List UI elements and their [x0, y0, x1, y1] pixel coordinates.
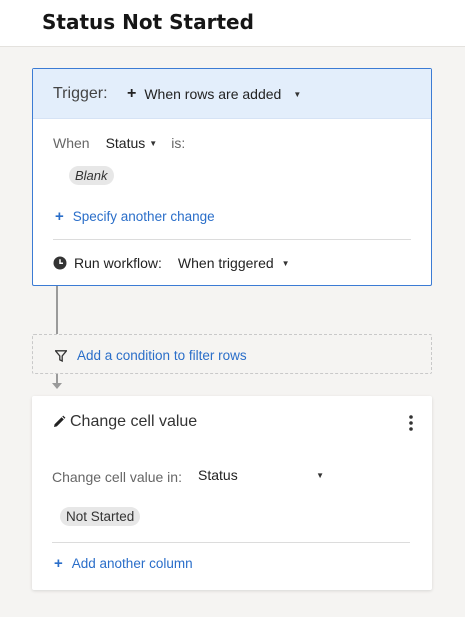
add-condition-link[interactable]: Add a condition to filter rows: [55, 348, 247, 363]
value-chip-not-started[interactable]: Not Started: [60, 507, 141, 526]
filter-icon: [55, 349, 67, 362]
plus-icon: +: [55, 207, 64, 225]
action-title: Change cell value: [70, 413, 198, 430]
trigger-label: Trigger:: [53, 85, 108, 102]
field-dropdown[interactable]: Status ▼: [106, 135, 158, 151]
add-column-label: Add another column: [71, 556, 193, 571]
page-header: Status Not Started: [0, 0, 465, 47]
field-dropdown-label: Status: [105, 135, 146, 151]
value-chip-blank[interactable]: Blank: [69, 166, 114, 185]
change-in-label: Change cell value in:: [52, 469, 182, 485]
caret-down-icon: ▼: [293, 89, 302, 99]
clock-icon: [53, 256, 67, 270]
trigger-event-dropdown[interactable]: + When rows are added ▼: [127, 85, 302, 103]
caret-down-icon: ▼: [149, 138, 158, 148]
run-workflow-value: When triggered: [177, 255, 274, 271]
page-title: Status Not Started: [42, 10, 254, 34]
specify-link-label: Specify another change: [72, 209, 215, 224]
column-dropdown[interactable]: Status ▼: [198, 467, 324, 483]
run-workflow-dropdown[interactable]: When triggered ▼: [178, 255, 290, 271]
caret-down-icon: ▼: [281, 258, 290, 268]
trigger-condition-row: When Status ▼ is:: [53, 135, 185, 151]
run-workflow-row: Run workflow: When triggered ▼: [53, 255, 290, 271]
action-title-row: Change cell value: [52, 413, 197, 431]
action-card: Change cell value Change cell value in: …: [32, 396, 432, 590]
caret-down-icon: ▼: [316, 471, 324, 480]
trigger-card: Trigger: + When rows are added ▼ When St…: [32, 68, 432, 286]
plus-icon: +: [127, 85, 137, 102]
pencil-icon: [54, 415, 66, 427]
add-condition-label: Add a condition to filter rows: [77, 348, 247, 363]
change-in-row: Change cell value in:: [52, 469, 182, 485]
is-label: is:: [171, 135, 186, 151]
column-dropdown-label: Status: [198, 467, 238, 483]
add-condition-box: Add a condition to filter rows: [32, 334, 432, 374]
trigger-event-label: When rows are added: [144, 86, 282, 102]
divider: [53, 239, 411, 240]
run-workflow-label: Run workflow:: [74, 255, 162, 271]
divider: [52, 542, 410, 543]
flow-connector: [56, 286, 58, 334]
more-vertical-icon[interactable]: [408, 414, 414, 432]
trigger-header: Trigger: + When rows are added ▼: [33, 69, 431, 119]
specify-another-change-link[interactable]: + Specify another change: [55, 207, 215, 225]
add-another-column-link[interactable]: + Add another column: [54, 554, 193, 572]
plus-icon: +: [54, 554, 63, 572]
arrow-down-icon: [52, 383, 62, 389]
when-label: When: [53, 135, 90, 151]
